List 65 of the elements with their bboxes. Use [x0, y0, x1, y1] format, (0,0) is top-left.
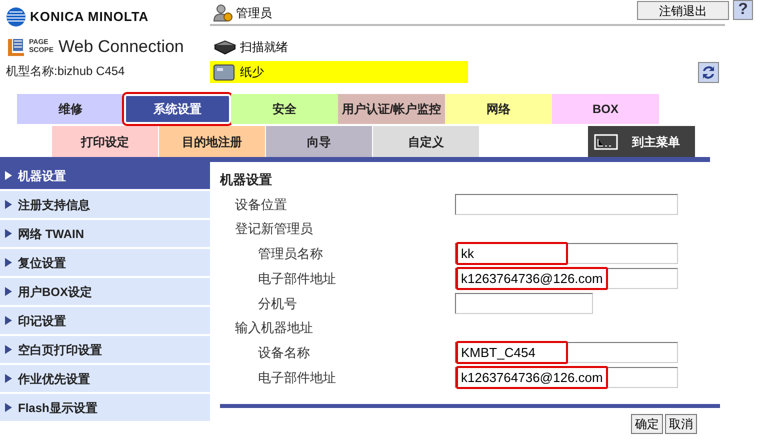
brand-name: KONICA MINOLTA [30, 8, 149, 26]
triangle-icon [5, 345, 12, 354]
sub-tab[interactable]: 自定义 [373, 126, 480, 157]
globe-logo-icon [6, 7, 26, 27]
main-menu-button[interactable]: 到主菜单 [588, 126, 695, 157]
field-label: 电子部件地址 [257, 368, 337, 387]
field-value: KMBT_C454 [456, 341, 568, 364]
group-label: 登记新管理员 [234, 220, 313, 238]
sidebar-item[interactable]: 作业优先设置 [0, 365, 210, 392]
triangle-icon [5, 374, 12, 383]
field-label: 设备名称 [257, 344, 311, 362]
logout-button[interactable]: 注销退出 [637, 0, 729, 20]
nav-tab[interactable]: 用户认证/帐户监控 [338, 94, 445, 124]
field-value: k1263764736@126.com [456, 366, 608, 389]
triangle-icon [5, 287, 12, 296]
sub-tab[interactable]: 打印设定 [52, 126, 159, 157]
nav-tab[interactable]: 维修 [17, 94, 124, 124]
admin-user-icon [213, 3, 233, 23]
triangle-icon [5, 316, 12, 325]
input-field[interactable]: kk [455, 243, 678, 264]
triangle-icon [5, 229, 12, 238]
input-field[interactable]: k1263764736@126.com [455, 367, 678, 388]
sidebar-item[interactable]: 印记设置 [0, 307, 210, 334]
triangle-icon [5, 200, 12, 209]
sidebar-item[interactable]: 复位设置 [0, 249, 210, 276]
scan-status: 扫描就绪 [240, 39, 288, 56]
user-role: 管理员 [236, 5, 272, 22]
triangle-icon [5, 171, 12, 180]
input-field[interactable]: k1263764736@126.com [455, 268, 678, 289]
input-field[interactable]: KMBT_C454 [455, 342, 678, 363]
scanner-icon [213, 39, 237, 55]
sidebar-item[interactable]: Flash显示设置 [0, 394, 210, 421]
field-label: 电子部件地址 [257, 270, 337, 288]
field-label: 管理员名称 [257, 244, 324, 263]
product-name: Web Connection [58, 36, 184, 58]
menu-screen-icon [594, 134, 618, 150]
field-label: 设备位置 [234, 196, 288, 214]
nav-tab[interactable]: 安全 [231, 94, 338, 124]
printer-icon [212, 62, 236, 82]
form-button[interactable]: 确定 [631, 414, 663, 434]
model-name: 机型名称:bizhub C454 [6, 63, 126, 80]
help-button[interactable]: ? [733, 0, 753, 20]
sidebar-item[interactable]: 网络 TWAIN [0, 220, 210, 247]
pagescope-logo-icon [6, 37, 26, 57]
field-label: 分机号 [257, 294, 298, 313]
section-title: 机器设置 [220, 171, 273, 189]
refresh-icon[interactable] [698, 62, 719, 82]
group-label: 输入机器地址 [234, 319, 313, 338]
nav-tab[interactable]: BOX [552, 94, 659, 124]
sidebar-item[interactable]: 用户BOX设定 [0, 278, 210, 305]
sub-tab[interactable]: 向导 [266, 126, 373, 157]
nav-tab[interactable]: 系统设置 [124, 94, 231, 124]
sidebar-item[interactable]: 空白页打印设置 [0, 336, 210, 363]
sub-tab[interactable]: 目的地注册 [159, 126, 266, 157]
sidebar-item[interactable]: 机器设置 [0, 162, 210, 189]
input-field[interactable] [455, 194, 678, 215]
input-field[interactable] [455, 293, 593, 314]
field-value: k1263764736@126.com [456, 267, 608, 290]
nav-tab[interactable]: 网络 [445, 94, 552, 124]
triangle-icon [5, 258, 12, 267]
triangle-icon [5, 403, 12, 412]
field-value: kk [456, 242, 568, 265]
form-button[interactable]: 取消 [665, 414, 697, 434]
sidebar-item[interactable]: 注册支持信息 [0, 191, 210, 218]
paper-status: 纸少 [240, 64, 264, 81]
